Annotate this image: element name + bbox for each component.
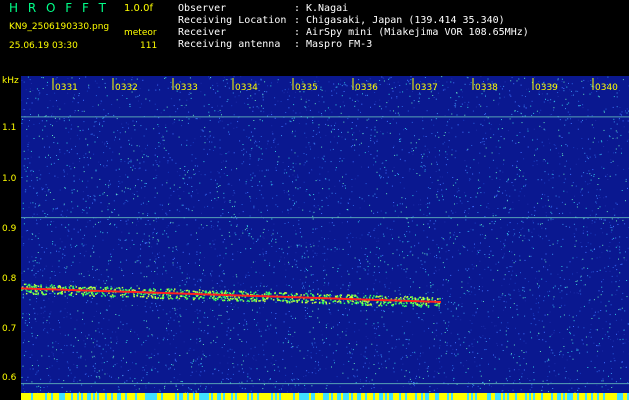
info-separator: : xyxy=(294,27,301,38)
y-tick-label: 0.6 xyxy=(2,373,17,383)
timestamp: 25.06.19 03:30 xyxy=(9,41,78,51)
y-tick-label: 0.8 xyxy=(2,274,17,284)
info-value-receiver: AirSpy mini (Miakejima VOR 108.65MHz) xyxy=(306,27,529,38)
x-tick-label: 0339 xyxy=(535,83,558,93)
count-value: 111 xyxy=(140,41,158,51)
y-tick-label: 1.0 xyxy=(2,174,17,184)
info-value-observer: K.Nagai xyxy=(306,3,349,14)
info-separator: : xyxy=(294,3,301,14)
x-tick-label: 0336 xyxy=(355,83,378,93)
header-panel: H R O F F T 1.0.0f KN9_2506190330.png me… xyxy=(0,0,629,76)
info-separator: : xyxy=(294,15,301,26)
x-tick-label: 0338 xyxy=(475,83,498,93)
info-key-antenna: Receiving antenna xyxy=(178,39,281,50)
x-tick-label: 0331 xyxy=(55,83,78,93)
spectrogram-background xyxy=(21,76,629,400)
bottom-strip xyxy=(21,393,629,400)
info-value-location: Chigasaki, Japan (139.414 35.340) xyxy=(306,15,505,26)
x-tick-label: 0337 xyxy=(415,83,438,93)
x-tick-label: 0335 xyxy=(295,83,318,93)
info-key-observer: Observer xyxy=(178,3,227,14)
x-tick-label: 0334 xyxy=(235,83,258,93)
version-label: 1.0.0f xyxy=(124,3,153,14)
y-tick-label: 0.7 xyxy=(2,324,17,334)
info-key-receiver: Receiver xyxy=(178,27,227,38)
y-tick-label: 0.9 xyxy=(2,224,17,234)
info-key-location: Receiving Location xyxy=(178,15,287,26)
info-value-antenna: Maspro FM-3 xyxy=(306,39,373,50)
y-axis-unit-label: kHz xyxy=(2,76,19,86)
object-label: meteor xyxy=(124,28,157,38)
x-tick-label: 0340 xyxy=(595,83,618,93)
x-tick-label: 0333 xyxy=(175,83,198,93)
file-name: KN9_2506190330.png xyxy=(9,22,110,32)
y-tick-label: 1.1 xyxy=(2,123,17,133)
x-tick-label: 0332 xyxy=(115,83,138,93)
info-separator: : xyxy=(294,39,301,50)
app-title: H R O F F T xyxy=(9,1,110,15)
spectrogram-plot: 0331 0332 0333 0334 0335 0336 0337 0338 0339 0340 xyxy=(21,76,629,400)
